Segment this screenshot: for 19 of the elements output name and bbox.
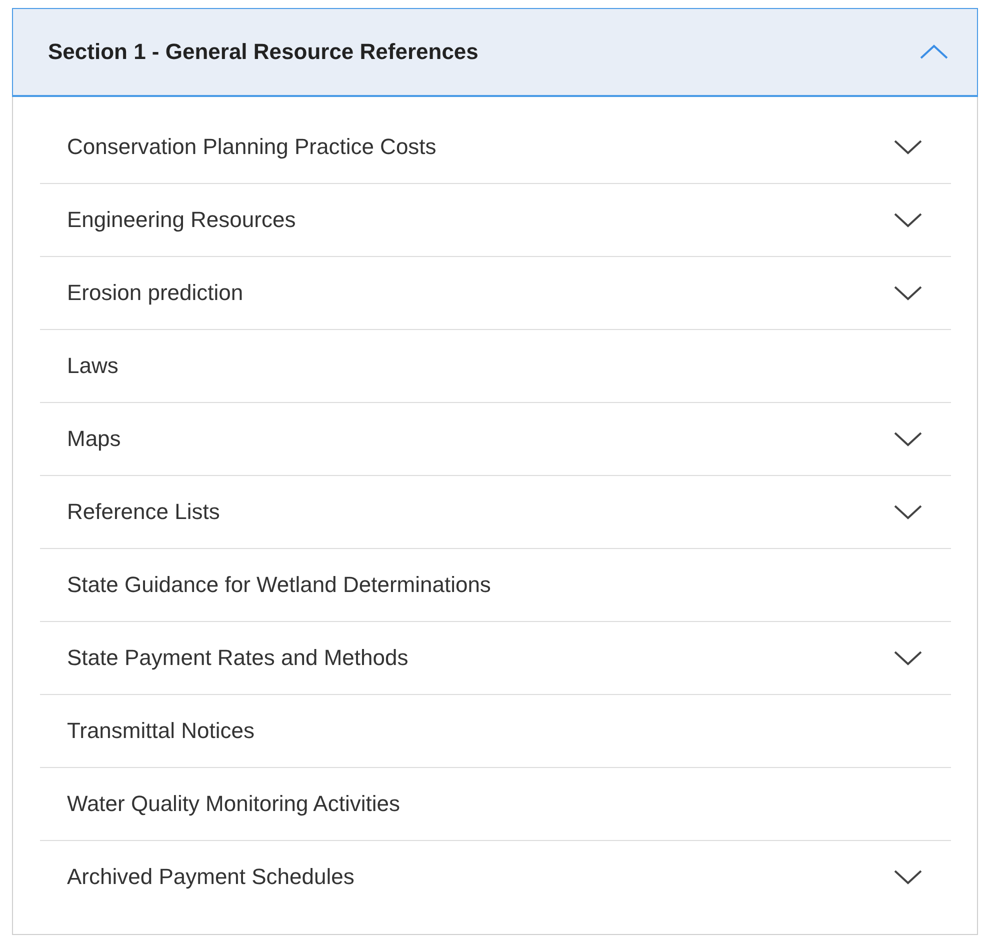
chevron-down-icon xyxy=(893,138,923,156)
chevron-down-icon xyxy=(893,430,923,448)
section-header[interactable]: Section 1 - General Resource References xyxy=(12,8,978,97)
list-item[interactable]: Archived Payment Schedules xyxy=(40,841,951,913)
list-item[interactable]: Transmittal Notices xyxy=(40,695,951,767)
list-item[interactable]: State Payment Rates and Methods xyxy=(40,622,951,694)
chevron-down-icon xyxy=(893,284,923,302)
chevron-down-icon xyxy=(893,868,923,886)
chevron-down-icon xyxy=(893,649,923,667)
list-item[interactable]: State Guidance for Wetland Determinations xyxy=(40,549,951,621)
list-item[interactable]: Engineering Resources xyxy=(40,184,951,256)
list-item[interactable]: Maps xyxy=(40,403,951,475)
list-item[interactable]: Conservation Planning Practice Costs xyxy=(40,111,951,183)
chevron-down-icon xyxy=(893,211,923,229)
chevron-down-icon xyxy=(893,503,923,521)
list-item[interactable]: Reference Lists xyxy=(40,476,951,548)
list-item[interactable]: Water Quality Monitoring Activities xyxy=(40,768,951,840)
list-item[interactable]: Erosion prediction xyxy=(40,257,951,329)
list-item[interactable]: Laws xyxy=(40,330,951,402)
